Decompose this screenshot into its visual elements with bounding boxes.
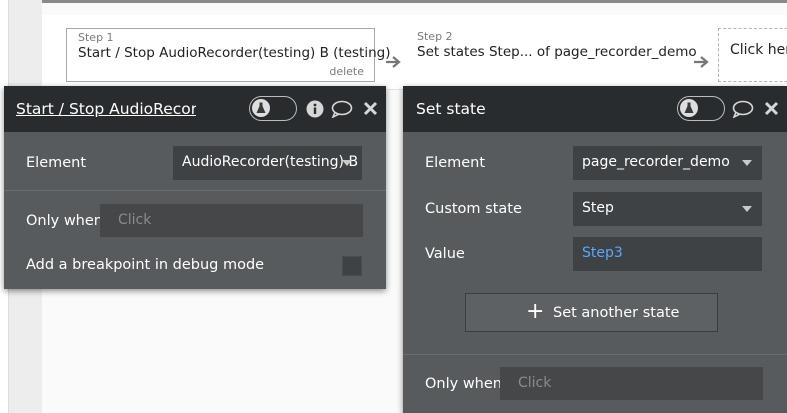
only-when-input[interactable]: Click: [500, 367, 763, 400]
close-icon[interactable]: [363, 101, 378, 120]
step-number: Step 2: [417, 30, 453, 43]
value-row: Value Step3: [403, 237, 787, 273]
panel-title[interactable]: Start / Stop AudioRecorder(testing) B (t…: [16, 100, 196, 118]
value-label: Value: [425, 246, 465, 262]
close-icon[interactable]: [764, 101, 779, 120]
element-dropdown[interactable]: AudioRecorder(testing) B: [173, 146, 362, 180]
set-another-state-button[interactable]: + Set another state: [465, 293, 718, 332]
panel-header: Start / Stop AudioRecorder(testing) B (t…: [4, 86, 386, 132]
only-when-label: Only when: [26, 213, 103, 229]
flask-icon: [680, 99, 698, 117]
add-step-label: Click here: [730, 42, 787, 58]
breakpoint-label: Add a breakpoint in debug mode: [26, 257, 265, 273]
arrow-right-icon: [693, 54, 709, 73]
flask-toggle[interactable]: [249, 96, 297, 121]
element-label: Element: [425, 155, 486, 171]
value-input[interactable]: Step3: [573, 237, 762, 271]
element-value: page_recorder_demo: [582, 154, 730, 170]
divider: [4, 190, 386, 191]
only-when-placeholder: Click: [118, 212, 152, 228]
info-icon[interactable]: [306, 100, 324, 122]
element-row: Element page_recorder_demo: [403, 146, 787, 182]
custom-state-label: Custom state: [425, 201, 522, 217]
action-panel-start-stop: Start / Stop AudioRecorder(testing) B (t…: [4, 86, 386, 289]
custom-state-dropdown[interactable]: Step: [573, 192, 762, 226]
step-delete-link[interactable]: delete: [329, 65, 364, 78]
set-another-state-label: Set another state: [553, 305, 680, 321]
panel-title: Set state: [416, 100, 486, 118]
element-dropdown[interactable]: page_recorder_demo: [573, 146, 762, 180]
step-title: Start / Stop AudioRecorder(testing) B (t…: [78, 45, 391, 61]
flask-icon: [252, 99, 270, 117]
divider: [403, 354, 787, 355]
add-step-button[interactable]: Click here: [718, 28, 787, 82]
action-panel-set-state: Set state Element page_recorder_demo Cus…: [403, 86, 787, 413]
element-label: Element: [26, 155, 87, 171]
plus-icon: +: [526, 299, 545, 324]
workflow-steps-row: Step 1 Start / Stop AudioRecorder(testin…: [42, 15, 787, 90]
chevron-down-icon: [742, 206, 752, 212]
step-number: Step 1: [78, 31, 114, 44]
only-when-row: Only when Click: [4, 204, 386, 240]
flask-toggle[interactable]: [677, 96, 725, 121]
comment-icon[interactable]: [732, 100, 754, 122]
canvas-top-bar: [42, 0, 787, 3]
arrow-right-icon: [385, 54, 401, 73]
only-when-row: Only when Click: [403, 367, 787, 403]
custom-state-row: Custom state Step: [403, 192, 787, 228]
only-when-placeholder: Click: [518, 375, 552, 391]
workflow-step-1[interactable]: Step 1 Start / Stop AudioRecorder(testin…: [66, 28, 390, 82]
workflow-step-2[interactable]: Step 2 Set states Step... of page_record…: [415, 28, 697, 82]
step-title: Set states Step... of page_recorder_demo: [417, 44, 697, 60]
value-text: Step3: [582, 245, 623, 261]
panel-header: Set state: [403, 86, 787, 132]
breakpoint-row: Add a breakpoint in debug mode: [4, 254, 386, 290]
chevron-down-icon: [742, 160, 752, 166]
element-value: AudioRecorder(testing) B: [182, 154, 359, 170]
element-row: Element AudioRecorder(testing) B: [4, 146, 386, 182]
only-when-label: Only when: [425, 376, 502, 392]
breakpoint-checkbox[interactable]: [342, 256, 362, 276]
custom-state-value: Step: [582, 200, 614, 216]
chevron-down-icon: [342, 160, 352, 166]
only-when-input[interactable]: Click: [100, 204, 363, 237]
comment-icon[interactable]: [331, 100, 353, 122]
